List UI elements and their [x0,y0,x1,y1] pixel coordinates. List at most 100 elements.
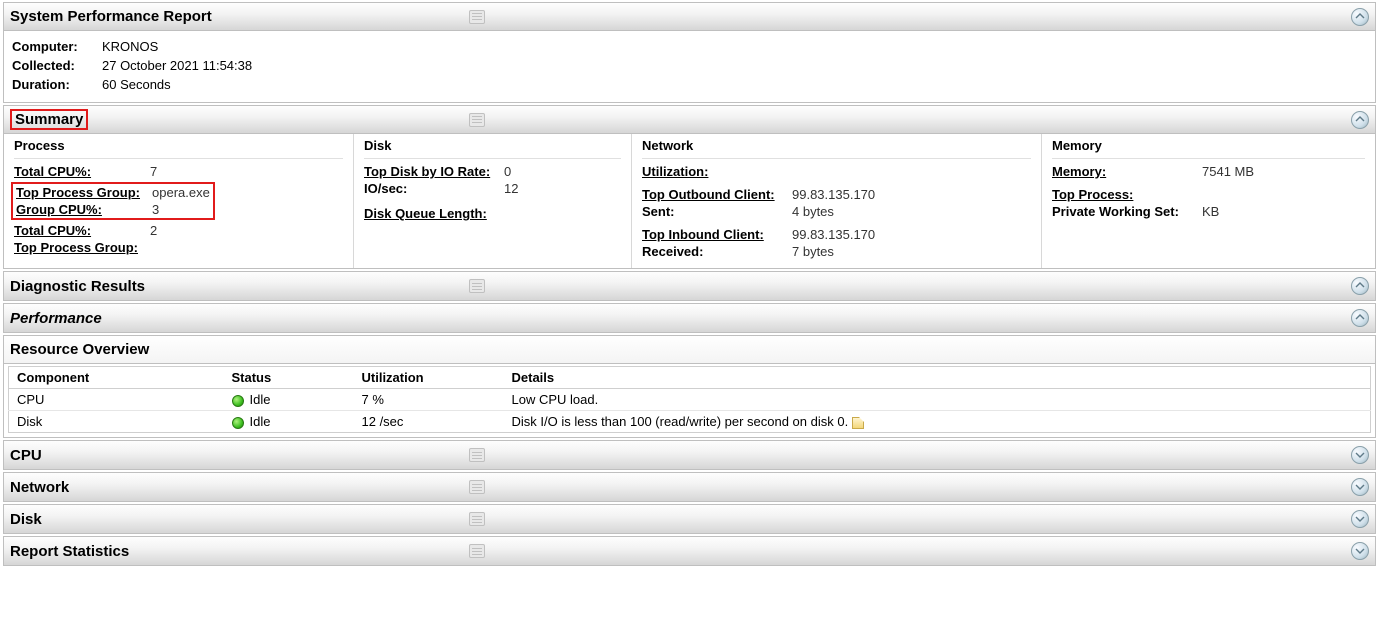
cpu-header[interactable]: CPU [4,441,1375,469]
disk-section: Disk [3,504,1376,534]
summary-memory-column: Memory Memory:7541 MB Top Process: Priva… [1042,134,1375,268]
cell-status: Idle [250,392,271,407]
top-disk-label[interactable]: Top Disk by IO Rate: [364,164,490,179]
summary-process-column: Process Total CPU%: 7 Top Process Group: o… [4,134,354,268]
total-cpu2-label[interactable]: Total CPU%: [14,223,91,238]
summary-network-column: Network Utilization: Top Outbound Client… [632,134,1042,268]
resource-overview-body: Component Status Utilization Details CPU… [4,364,1375,437]
computer-value: KRONOS [96,39,158,54]
table-row[interactable]: CPU Idle 7 % Low CPU load. [9,389,1371,411]
received-label: Received: [642,244,703,259]
cell-component: Disk [9,411,224,433]
disk-header[interactable]: Disk [4,505,1375,533]
total-cpu-label[interactable]: Total CPU%: [14,164,91,179]
chevron-down-icon [1355,514,1365,524]
network-header[interactable]: Network [4,473,1375,501]
cell-details: Disk I/O is less than 100 (read/write) p… [512,414,849,429]
group-cpu-value: 3 [152,202,159,217]
calendar-icon[interactable] [469,480,485,494]
collapse-button[interactable] [1351,542,1369,560]
diagnostic-results-section: Diagnostic Results [3,271,1376,301]
collapse-button[interactable] [1351,277,1369,295]
column-heading: Network [642,134,1031,159]
collapse-button[interactable] [1351,446,1369,464]
top-process-group-value: opera.exe [152,185,210,200]
column-header-utilization[interactable]: Utilization [354,367,504,389]
chevron-down-icon [1355,482,1365,492]
section-title: Disk [10,511,42,528]
section-title: Diagnostic Results [10,278,145,295]
calendar-icon[interactable] [469,10,485,24]
top-disk-value: 0 [504,164,511,179]
column-header-status[interactable]: Status [224,367,354,389]
cell-details: Low CPU load. [504,389,1371,411]
network-section: Network [3,472,1376,502]
cell-utilization: 12 /sec [354,411,504,433]
column-header-component[interactable]: Component [9,367,224,389]
section-title: CPU [10,447,42,464]
private-working-set-label: Private Working Set: [1052,204,1179,219]
note-icon[interactable] [852,417,864,429]
cell-status: Idle [250,414,271,429]
system-performance-header[interactable]: System Performance Report [4,3,1375,31]
report-meta: Computer:KRONOS Collected:27 October 202… [4,31,1375,102]
total-cpu-value: 7 [150,164,157,179]
group-cpu-label[interactable]: Group CPU%: [16,202,102,217]
top-process-group2-label[interactable]: Top Process Group: [14,240,138,255]
report-statistics-header[interactable]: Report Statistics [4,537,1375,565]
resource-overview-header[interactable]: Resource Overview [4,336,1375,364]
column-heading: Process [14,134,343,159]
duration-label: Duration: [12,77,96,92]
section-title: System Performance Report [10,8,212,25]
top-outbound-value: 99.83.135.170 [792,187,875,202]
collapse-button[interactable] [1351,111,1369,129]
system-performance-section: System Performance Report Computer:KRONO… [3,2,1376,103]
table-row[interactable]: Disk Idle 12 /sec Disk I/O is less than … [9,411,1371,433]
calendar-icon[interactable] [469,512,485,526]
calendar-icon[interactable] [469,113,485,127]
top-process-group-label[interactable]: Top Process Group: [16,185,140,200]
calendar-icon[interactable] [469,279,485,293]
calendar-icon[interactable] [469,448,485,462]
cell-utilization: 7 % [354,389,504,411]
section-title: Performance [10,310,102,327]
sent-value: 4 bytes [792,204,834,219]
utilization-label[interactable]: Utilization: [642,164,708,179]
chevron-up-icon [1355,12,1365,22]
status-idle-icon [232,417,244,429]
performance-header[interactable]: Performance [4,304,1375,332]
report-statistics-section: Report Statistics [3,536,1376,566]
calendar-icon[interactable] [469,544,485,558]
duration-value: 60 Seconds [96,77,171,92]
io-sec-label: IO/sec: [364,181,407,196]
collapse-button[interactable] [1351,510,1369,528]
collapse-button[interactable] [1351,8,1369,26]
summary-body: Process Total CPU%: 7 Top Process Group: o… [4,134,1375,268]
computer-label: Computer: [12,39,96,54]
resource-overview-table: Component Status Utilization Details CPU… [8,366,1371,433]
received-value: 7 bytes [792,244,834,259]
chevron-up-icon [1355,313,1365,323]
chevron-up-icon [1355,281,1365,291]
memory-label[interactable]: Memory: [1052,164,1106,179]
chevron-down-icon [1355,546,1365,556]
chevron-up-icon [1355,115,1365,125]
collapse-button[interactable] [1351,309,1369,327]
section-title: Report Statistics [10,543,129,560]
summary-section: Summary Process Total CPU%: 7 Top Process… [3,105,1376,269]
io-sec-value: 12 [504,181,518,196]
collapse-button[interactable] [1351,478,1369,496]
diagnostic-results-header[interactable]: Diagnostic Results [4,272,1375,300]
private-working-set-value: KB [1202,204,1219,219]
column-header-details[interactable]: Details [504,367,1371,389]
top-outbound-label[interactable]: Top Outbound Client: [642,187,775,202]
sent-label: Sent: [642,204,675,219]
summary-disk-column: Disk Top Disk by IO Rate:0 IO/sec:12 Dis… [354,134,632,268]
disk-queue-label[interactable]: Disk Queue Length: [364,206,487,221]
summary-header[interactable]: Summary [4,106,1375,134]
top-inbound-label[interactable]: Top Inbound Client: [642,227,764,242]
cell-component: CPU [9,389,224,411]
section-title: Resource Overview [10,341,149,358]
performance-section: Performance [3,303,1376,333]
top-process-label[interactable]: Top Process: [1052,187,1133,202]
